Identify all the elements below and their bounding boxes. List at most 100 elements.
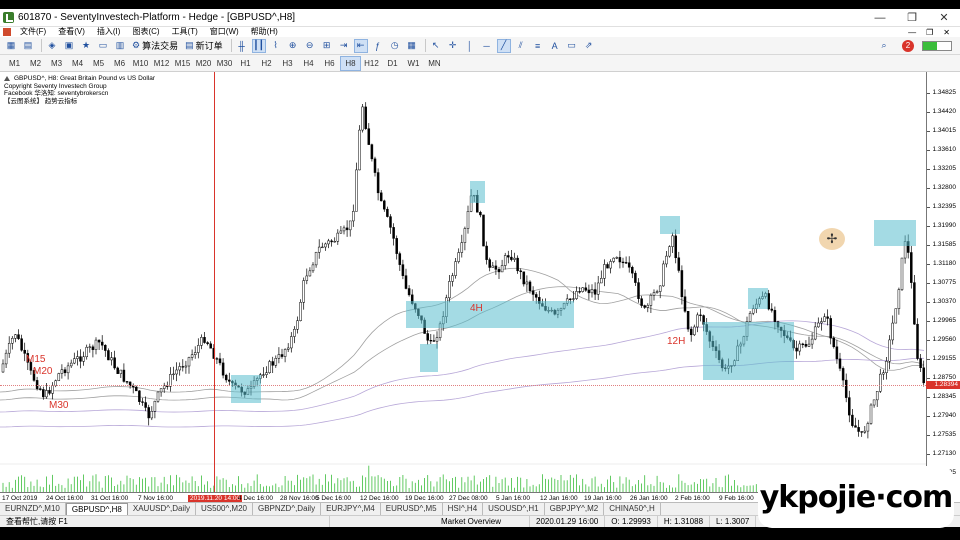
timeframe-h4[interactable]: H4 — [298, 56, 319, 71]
timeframe-m10[interactable]: M10 — [130, 56, 151, 71]
timeframe-mn[interactable]: MN — [424, 56, 445, 71]
doc-close-button[interactable]: ✕ — [943, 28, 950, 37]
timeframe-d1[interactable]: D1 — [382, 56, 403, 71]
chart-area[interactable]: 4H 12H M15 M20 M30 GBPUSD^, H8: Great Br… — [0, 72, 960, 512]
tile-windows-icon[interactable]: ⊞ — [320, 39, 334, 53]
zone-m30[interactable] — [231, 375, 261, 403]
vertical-marker-line[interactable] — [214, 72, 215, 492]
new-order-button[interactable]: ▤ 新订单 — [183, 39, 225, 53]
cursor-icon[interactable]: ↖ — [429, 39, 443, 53]
navigator-icon[interactable]: ★ — [79, 39, 93, 53]
chart-tab[interactable]: EURJPY^,M4 — [321, 503, 381, 515]
candle-body — [869, 404, 873, 424]
timeframe-m6[interactable]: M6 — [109, 56, 130, 71]
menu-window[interactable]: 窗口(W) — [204, 27, 245, 37]
text-label-icon[interactable]: ▭ — [565, 39, 579, 53]
candle-body — [497, 269, 501, 273]
tester-icon[interactable]: ▥ — [113, 39, 127, 53]
bar-chart-icon[interactable]: ╫ — [235, 39, 249, 53]
doc-minimize-button[interactable]: — — [908, 28, 916, 37]
menu-tools[interactable]: 工具(T) — [166, 27, 204, 37]
vertical-line-icon[interactable]: │ — [463, 39, 477, 53]
menu-charts[interactable]: 图表(C) — [126, 27, 165, 37]
timeframe-h12[interactable]: H12 — [361, 56, 382, 71]
timeframe-m12[interactable]: M12 — [151, 56, 172, 71]
timeframe-h6[interactable]: H6 — [319, 56, 340, 71]
notification-badge[interactable]: 2 — [902, 39, 914, 52]
chart-tab[interactable]: XAUUSD^,Daily — [128, 503, 196, 515]
menu-file[interactable]: 文件(F) — [14, 27, 52, 37]
market-watch-icon[interactable]: ◈ — [45, 39, 59, 53]
text-tool-icon[interactable]: A — [548, 39, 562, 53]
doc-restore-button[interactable]: ❐ — [926, 28, 933, 37]
profiles-icon[interactable]: ▤ — [21, 39, 35, 53]
zone-4h-low[interactable] — [420, 344, 438, 372]
chart-tab[interactable]: HSI^,H4 — [443, 503, 484, 515]
trendline-icon[interactable]: ╱ — [496, 38, 511, 53]
shapes-icon[interactable]: ⇗ — [582, 39, 596, 53]
timeframe-h8[interactable]: H8 — [340, 55, 361, 71]
algo-trading-button[interactable]: ⚙ 算法交易 — [130, 39, 180, 53]
chart-tab[interactable]: USOUSD^,H1 — [483, 503, 545, 515]
search-icon[interactable]: ⌕ — [877, 39, 891, 53]
fibonacci-icon[interactable]: ≡ — [531, 39, 545, 53]
data-window-icon[interactable]: ▣ — [62, 39, 76, 53]
timeframe-h2[interactable]: H2 — [256, 56, 277, 71]
menu-insert[interactable]: 插入(I) — [91, 27, 127, 37]
candlestick-chart-icon[interactable]: ┃┃ — [251, 38, 266, 53]
horizontal-line-icon[interactable]: ─ — [480, 39, 494, 53]
zone-high-jan[interactable] — [660, 216, 680, 234]
auto-scroll-icon[interactable]: ⇤ — [353, 38, 368, 53]
periods-icon[interactable]: ◷ — [388, 39, 402, 53]
price-tick-label: 1.29155 — [926, 355, 956, 362]
chart-tab[interactable]: EURUSD^,M5 — [381, 503, 443, 515]
timeframe-m30[interactable]: M30 — [214, 56, 235, 71]
zone-12h[interactable] — [703, 322, 794, 380]
timeframe-h1[interactable]: H1 — [235, 56, 256, 71]
candle-body — [358, 129, 361, 171]
line-chart-icon[interactable]: ⌇ — [269, 39, 283, 53]
chart-tab[interactable]: GBPUSD^,H8 — [65, 503, 128, 515]
menu-help[interactable]: 帮助(H) — [245, 27, 284, 37]
zone-4h[interactable] — [406, 301, 574, 328]
zone-high-dec[interactable] — [470, 181, 485, 203]
zoom-in-icon[interactable]: ⊕ — [286, 39, 300, 53]
timeframe-m4[interactable]: M4 — [67, 56, 88, 71]
candle-body — [513, 257, 516, 260]
terminal-icon[interactable]: ▭ — [96, 39, 110, 53]
timeframe-m5[interactable]: M5 — [88, 56, 109, 71]
equidistant-channel-icon[interactable]: ⫽ — [514, 39, 528, 53]
zone-feb-mid[interactable] — [748, 288, 768, 309]
chart-tab[interactable]: US500^,M20 — [196, 503, 253, 515]
toolbar-separator — [41, 39, 42, 52]
candle-body — [655, 291, 659, 293]
chart-tab[interactable]: CHINA50^,H — [604, 503, 661, 515]
restore-button[interactable]: ❐ — [896, 9, 928, 27]
timeframe-m3[interactable]: M3 — [46, 56, 67, 71]
minimize-button[interactable]: — — [864, 9, 896, 27]
timeframe-m20[interactable]: M20 — [193, 56, 214, 71]
indicators-icon[interactable]: ƒ — [371, 39, 385, 53]
zoom-out-icon[interactable]: ⊖ — [303, 39, 317, 53]
candle-body — [88, 346, 92, 348]
price-axis[interactable]: 1.28394 1.34825 1.34420 1.34015 1.33610 1.33… — [926, 72, 960, 492]
menu-view[interactable]: 查看(V) — [52, 27, 91, 37]
chart-tab[interactable]: EURNZD^,M10 — [0, 503, 66, 515]
timeframe-h3[interactable]: H3 — [277, 56, 298, 71]
timeframe-m15[interactable]: M15 — [172, 56, 193, 71]
timeframe-w1[interactable]: W1 — [403, 56, 424, 71]
close-button[interactable]: ✕ — [928, 9, 960, 27]
candle-body — [603, 264, 606, 279]
candle-body — [888, 339, 891, 362]
crosshair-icon[interactable]: ✛ — [446, 39, 460, 53]
price-chart[interactable] — [0, 72, 926, 492]
new-chart-icon[interactable]: ▦ — [4, 39, 18, 53]
status-market-overview[interactable]: Market Overview — [435, 515, 530, 528]
chart-tab[interactable]: GBPNZD^,Daily — [253, 503, 322, 515]
zone-high-feb[interactable] — [874, 220, 916, 246]
chart-shift-icon[interactable]: ⇥ — [337, 39, 351, 53]
templates-icon[interactable]: ▦ — [405, 39, 419, 53]
timeframe-m1[interactable]: M1 — [4, 56, 25, 71]
timeframe-m2[interactable]: M2 — [25, 56, 46, 71]
chart-tab[interactable]: GBPJPY^,M2 — [545, 503, 605, 515]
